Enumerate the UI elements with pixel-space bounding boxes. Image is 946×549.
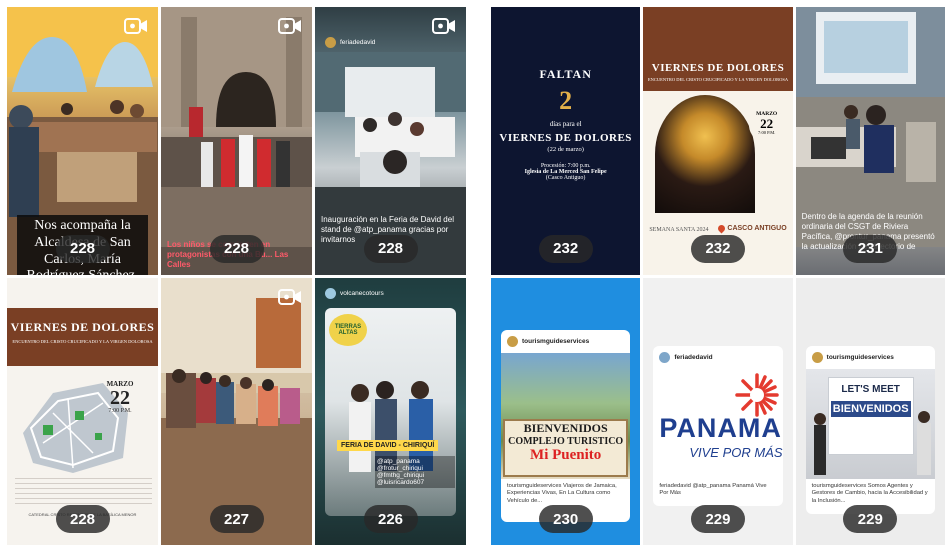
view-count-badge: 228 bbox=[55, 234, 110, 263]
event-subtitle: ENCUENTRO DEL CRISTO CRUCIFICADO Y LA VI… bbox=[12, 338, 153, 344]
avatar bbox=[659, 351, 671, 363]
mention-tags: @atp_panama @frotur_chiriqui @fmthg_chir… bbox=[375, 455, 455, 488]
countdown-label: FALTAN bbox=[539, 67, 592, 81]
post-image: PANAMA VIVE POR MÁS bbox=[653, 368, 783, 479]
post-header: feriadedavid bbox=[653, 346, 782, 369]
story-grid-left: Nos acompaña la Alcaldesa de San Carlos,… bbox=[7, 7, 466, 545]
story-tile[interactable]: Los niños se convierten en protagonistas… bbox=[161, 7, 312, 275]
event-banner: VIERNES DE DOLORES ENCUENTRO DEL CRISTO … bbox=[7, 307, 158, 366]
sign-line-3: Mi Puenito bbox=[530, 446, 602, 463]
post-image: BIENVENIDOS COMPLEJO TURISTICO Mi Puenit… bbox=[501, 352, 631, 479]
view-count-badge: 228 bbox=[55, 505, 110, 533]
avatar bbox=[507, 335, 518, 347]
avatar bbox=[325, 287, 336, 299]
story-grid-right: FALTAN 2 días para el VIERNES DE DOLORES… bbox=[491, 7, 945, 545]
story-tile[interactable]: feriadedavid Inauguración en la Feria de… bbox=[315, 7, 466, 275]
view-count-badge: 231 bbox=[843, 234, 898, 263]
event-date-time: 7:00 P.M. bbox=[757, 130, 776, 135]
view-count-badge: 232 bbox=[690, 234, 745, 263]
brand-logo: TIERRAS ALTAS bbox=[329, 313, 367, 346]
event-title: VIERNES DE DOLORES bbox=[10, 319, 155, 334]
post-caption: feriadedavid @atp_panama Panamá Vive Por… bbox=[659, 482, 767, 497]
sunburst-logo-icon bbox=[735, 372, 780, 417]
shared-post-card: feriadedavid PANAMA VIVE POR MÁS feriade… bbox=[653, 345, 783, 506]
post-header: tourismguideservices bbox=[806, 346, 935, 369]
story-tile[interactable]: VIERNES DE DOLORES ENCUENTRO DEL CRISTO … bbox=[643, 7, 793, 275]
event-legend bbox=[15, 477, 152, 508]
event-date-day: 22 bbox=[110, 386, 130, 409]
location-pin-icon bbox=[716, 223, 727, 234]
view-count-badge: 230 bbox=[538, 505, 593, 533]
author-handle: feriadedavid bbox=[340, 39, 376, 46]
shared-post-card: tourismguideservices LET'S MEET BIENVENI… bbox=[805, 345, 935, 514]
shared-post-card: tourismguideservices BIENVENIDOS COMPLEJ… bbox=[501, 329, 631, 522]
sign-line-1: BIENVENIDOS bbox=[523, 420, 608, 435]
story-tile[interactable]: Dentro de la agenda de la reunión ordina… bbox=[795, 7, 945, 275]
event-date-day: 22 bbox=[760, 116, 774, 131]
story-author: feriadedavid bbox=[325, 37, 375, 48]
story-tile[interactable]: feriadedavid PANAMA VIVE POR MÁS feriade… bbox=[643, 277, 793, 545]
countdown-sublabel: días para el bbox=[549, 120, 582, 128]
story-tile[interactable]: volcanecotours TIERRAS ALTAS FERIA DE DA… bbox=[315, 277, 466, 545]
view-count-badge: 229 bbox=[690, 505, 745, 533]
view-count-badge: 227 bbox=[209, 505, 264, 533]
view-count-badge: 228 bbox=[363, 234, 418, 263]
location-badge: FERIA DE DAVID - CHIRIQUÍ bbox=[337, 439, 439, 451]
event-banner: VIERNES DE DOLORES ENCUENTRO DEL CRISTO … bbox=[643, 7, 793, 91]
story-tile[interactable]: FALTAN 2 días para el VIERNES DE DOLORES… bbox=[491, 7, 641, 275]
brand-name: CASCO ANTIGUO bbox=[727, 225, 787, 232]
author-handle: volcanecotours bbox=[340, 289, 384, 297]
story-author: volcanecotours bbox=[325, 287, 384, 299]
story-tile[interactable]: Nos acompaña la Alcaldesa de San Carlos,… bbox=[7, 7, 158, 275]
event-date: (22 de marzo) bbox=[547, 146, 584, 153]
story-tile[interactable]: tourismguideservices BIENVENIDOS COMPLEJ… bbox=[491, 277, 641, 545]
video-icon bbox=[432, 18, 455, 34]
post-header: tourismguideservices bbox=[501, 330, 630, 353]
event-footer-left: SEMANA SANTA 2024 bbox=[649, 227, 709, 233]
banner-line-1: LET'S MEET bbox=[841, 383, 900, 395]
event-location-area: (Casco Antiguo) bbox=[545, 175, 586, 181]
story-tile[interactable]: tourismguideservices LET'S MEET BIENVENI… bbox=[795, 277, 945, 545]
video-icon bbox=[278, 288, 301, 305]
post-author-handle: feriadedavid bbox=[674, 353, 713, 361]
video-icon bbox=[278, 18, 301, 34]
avatar bbox=[325, 37, 336, 48]
video-icon bbox=[124, 18, 147, 34]
brand-wordmark: PANAMA bbox=[659, 412, 782, 443]
event-title: VIERNES DE DOLORES bbox=[651, 62, 785, 74]
view-count-badge: 229 bbox=[843, 505, 898, 533]
view-count-badge: 228 bbox=[209, 234, 264, 263]
avatar bbox=[811, 351, 823, 363]
post-image: LET'S MEET BIENVENIDOS bbox=[805, 368, 935, 479]
event-title: VIERNES DE DOLORES bbox=[499, 132, 632, 144]
welcome-sign: BIENVENIDOS COMPLEJO TURISTICO Mi Puenit… bbox=[503, 418, 629, 477]
brand-tagline: VIVE POR MÁS bbox=[689, 444, 783, 460]
post-author-handle: tourismguideservices bbox=[826, 353, 894, 361]
view-count-badge: 232 bbox=[538, 234, 593, 263]
event-image bbox=[655, 95, 756, 213]
brand-logo-text: TIERRAS ALTAS bbox=[334, 323, 362, 336]
event-footer-right: CASCO ANTIGUO bbox=[716, 223, 787, 234]
sign-line-2: COMPLEJO TURISTICO bbox=[508, 435, 624, 447]
event-subtitle: ENCUENTRO DEL CRISTO CRUCIFICADO Y LA VI… bbox=[647, 77, 789, 82]
countdown-number: 2 bbox=[559, 86, 573, 115]
event-date-time: 7:00 P.M. bbox=[108, 407, 132, 414]
story-tile[interactable]: 227 bbox=[161, 277, 312, 545]
event-date: MARZO 22 7:00 P.M. bbox=[748, 107, 785, 143]
story-tile[interactable]: VIERNES DE DOLORES ENCUENTRO DEL CRISTO … bbox=[7, 277, 158, 545]
view-count-badge: 226 bbox=[363, 505, 418, 533]
countdown-poster: FALTAN 2 días para el VIERNES DE DOLORES… bbox=[491, 67, 640, 181]
event-date: MARZO 22 7:00 P.M. bbox=[95, 380, 145, 414]
post-author-handle: tourismguideservices bbox=[522, 337, 590, 345]
